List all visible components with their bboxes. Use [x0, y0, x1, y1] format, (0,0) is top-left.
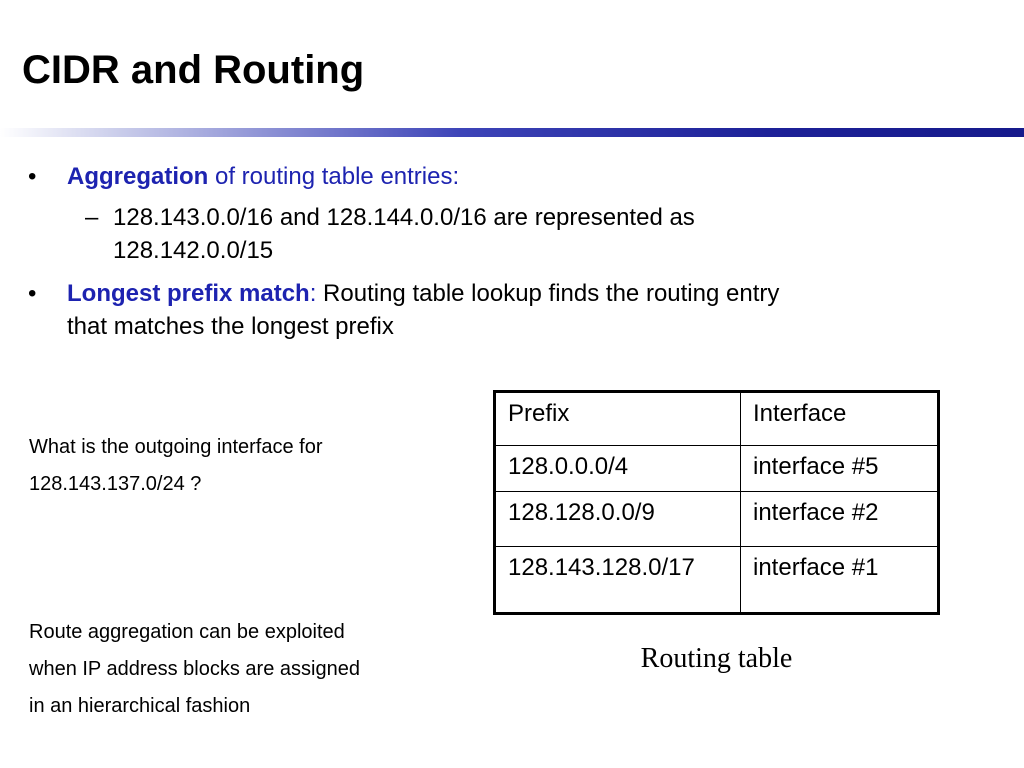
bullet-aggregation: • Aggregation of routing table entries: …	[0, 160, 1000, 267]
bullet-emphasis: Longest prefix match	[67, 280, 310, 307]
sub-bullet-line-2: 128.142.0.0/15	[113, 237, 274, 264]
bullet-text-line-2: that matches the longest prefix	[67, 313, 394, 340]
bullet-marker: •	[28, 163, 37, 190]
sub-bullet-marker: –	[85, 204, 99, 231]
sub-bullet-aggregation-example: – 128.143.0.0/16 and 128.144.0.0/16 are …	[0, 201, 1000, 267]
routing-table: Prefix Interface 128.0.0.0/4 interface #…	[493, 390, 940, 615]
note-line-2: when IP address blocks are assigned	[29, 658, 360, 680]
table-row: 128.0.0.0/4 interface #5	[494, 445, 939, 492]
question-line-2: 128.143.137.0/24 ?	[29, 473, 202, 495]
aggregation-note: Route aggregation can be exploited when …	[29, 614, 469, 725]
table-header-row: Prefix Interface	[494, 390, 939, 447]
header-prefix: Prefix	[494, 390, 741, 447]
cell-prefix: 128.128.0.0/9	[494, 490, 741, 548]
cell-prefix: 128.0.0.0/4	[494, 445, 741, 492]
bullet-emphasis: Aggregation	[67, 163, 209, 190]
cell-interface: interface #1	[740, 546, 939, 614]
question-line-1: What is the outgoing interface for	[29, 436, 323, 458]
bullet-marker: •	[28, 280, 37, 307]
table-caption: Routing table	[640, 643, 793, 674]
bullet-text: of routing table entries:	[208, 163, 460, 190]
slide-title: CIDR and Routing	[22, 48, 365, 92]
cell-interface: interface #5	[740, 445, 939, 492]
note-line-1: Route aggregation can be exploited	[29, 621, 345, 643]
cell-prefix: 128.143.128.0/17	[494, 546, 741, 614]
cell-interface: interface #2	[740, 490, 939, 548]
title-divider	[0, 128, 1024, 137]
table-row: 128.143.128.0/17 interface #1	[494, 546, 939, 614]
question-text: What is the outgoing interface for 128.1…	[29, 429, 469, 503]
bullet-text: Routing table lookup finds the routing e…	[316, 280, 780, 307]
table-row: 128.128.0.0/9 interface #2	[494, 490, 939, 548]
bullet-longest-prefix-match: • Longest prefix match: Routing table lo…	[0, 277, 1000, 343]
bullet-list: • Aggregation of routing table entries: …	[0, 160, 1000, 351]
header-interface: Interface	[740, 390, 939, 447]
sub-bullet-line-1: 128.143.0.0/16 and 128.144.0.0/16 are re…	[113, 204, 695, 231]
note-line-3: in an hierarchical fashion	[29, 695, 251, 717]
